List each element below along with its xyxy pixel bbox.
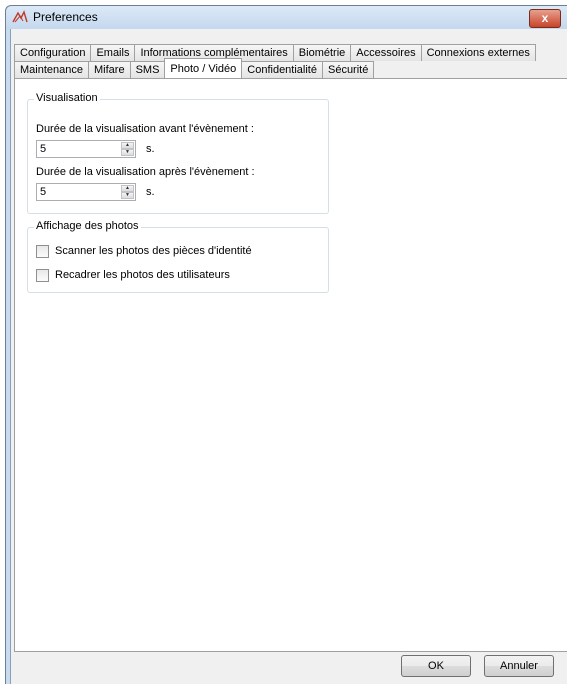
tab-accessoires[interactable]: Accessoires (350, 44, 422, 61)
tab-emails[interactable]: Emails (90, 44, 136, 61)
dialog-client-area: Configuration Emails Informations complé… (10, 29, 567, 684)
tab-biometrie[interactable]: Biométrie (292, 44, 352, 61)
window-title: Preferences (33, 10, 98, 24)
after-spinner-buttons: ▲ ▼ (121, 185, 134, 199)
scan-id-photos-label[interactable]: Scanner les photos des pièces d'identité (55, 245, 252, 257)
tab-row-2: Maintenance Mifare SMS Photo / Vidéo Con… (14, 58, 375, 78)
tab-row-1: Configuration Emails Informations complé… (14, 44, 536, 61)
spin-up-icon[interactable]: ▲ (121, 185, 134, 192)
preferences-window: Preferences x Configuration Emails Infor… (5, 5, 567, 684)
visualisation-legend: Visualisation (34, 92, 100, 104)
before-duration-unit: s. (146, 143, 155, 155)
spin-down-icon[interactable]: ▼ (121, 149, 134, 156)
before-duration-value[interactable]: 5 (40, 143, 46, 155)
after-duration-label: Durée de la visualisation après l'évènem… (36, 166, 255, 178)
tab-panel-photo-video: Visualisation Durée de la visualisation … (14, 78, 567, 652)
after-duration-unit: s. (146, 186, 155, 198)
before-duration-spinner[interactable]: 5 ▲ ▼ (36, 140, 136, 158)
tab-photo-video[interactable]: Photo / Vidéo (164, 58, 243, 78)
tab-sms[interactable]: SMS (129, 61, 166, 78)
crop-user-photos-label[interactable]: Recadrer les photos des utilisateurs (55, 269, 230, 281)
app-logo-icon (12, 10, 28, 23)
photos-display-group: Affichage des photos Scanner les photos … (27, 220, 329, 293)
after-duration-spinner[interactable]: 5 ▲ ▼ (36, 183, 136, 201)
close-button[interactable]: x (529, 9, 561, 28)
title-bar[interactable]: Preferences x (6, 6, 567, 29)
before-duration-label: Durée de la visualisation avant l'évènem… (36, 123, 254, 135)
after-duration-value[interactable]: 5 (40, 186, 46, 198)
cancel-button[interactable]: Annuler (484, 655, 554, 677)
tab-mifare[interactable]: Mifare (88, 61, 131, 78)
tab-connexions-externes[interactable]: Connexions externes (420, 44, 536, 61)
scan-id-photos-checkbox[interactable] (36, 245, 49, 258)
tab-securite[interactable]: Sécurité (321, 61, 375, 78)
before-spinner-buttons: ▲ ▼ (121, 142, 134, 156)
photos-display-legend: Affichage des photos (34, 220, 141, 232)
spin-up-icon[interactable]: ▲ (121, 142, 134, 149)
visualisation-group: Visualisation Durée de la visualisation … (27, 92, 329, 214)
spin-down-icon[interactable]: ▼ (121, 192, 134, 199)
tab-confidentialite[interactable]: Confidentialité (241, 61, 323, 78)
crop-user-photos-checkbox[interactable] (36, 269, 49, 282)
tab-maintenance[interactable]: Maintenance (14, 61, 89, 78)
ok-button[interactable]: OK (401, 655, 471, 677)
tab-configuration[interactable]: Configuration (14, 44, 92, 61)
